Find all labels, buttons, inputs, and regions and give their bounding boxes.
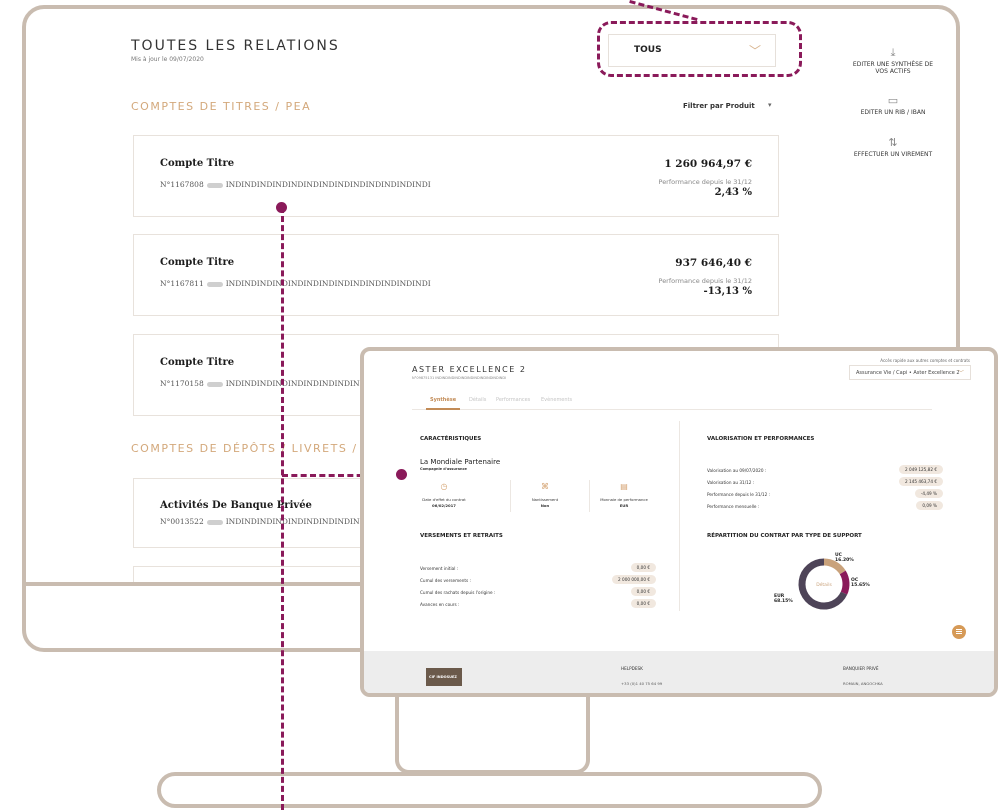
- relations-dropdown[interactable]: TOUS ﹀: [608, 34, 776, 67]
- chevron-down-icon: ﹀: [748, 44, 761, 58]
- connector-line: [281, 207, 284, 810]
- account-number: N°1167808 INDINDINDINDINDINDINDINDINDINDI…: [160, 180, 431, 189]
- account-number: N°1170158INDINDINDINDINDINDINDINDINDINDI…: [160, 379, 370, 388]
- valuation-row: Valorisation au 09/07/2020 :2 049 125,82…: [707, 465, 943, 474]
- connector-dot: [396, 469, 407, 480]
- column-divider: [679, 421, 680, 611]
- section-title-titres: COMPTES DE TITRES / PEA: [131, 100, 312, 113]
- document-icon: ▭: [887, 94, 899, 107]
- donut-label-oc: OC 15.65%: [851, 578, 870, 588]
- page-title: TOUTES LES RELATIONS: [131, 38, 340, 54]
- valuation-row: Valorisation au 31/12 :2 145 463,74 €: [707, 477, 943, 486]
- perf-value: -13,13 %: [703, 286, 752, 297]
- dropdown-value: TOUS: [634, 45, 662, 55]
- section-title-depots: COMPTES DE DÉPÔTS / LIVRETS /: [131, 442, 358, 455]
- account-number: N°0013522INDINDINDINDINDINDINDINDINDINDI…: [160, 517, 360, 526]
- contract-number: N°09875131 INDINDINDINDINDINDINDINDINDIN…: [412, 376, 507, 380]
- tab-performances[interactable]: Performances: [496, 397, 530, 403]
- monitor-stand: [395, 690, 590, 774]
- kpi-currency: ▤ Monnaie de performance EUR: [589, 482, 659, 508]
- section-title-repartition: RÉPARTITION DU CONTRAT PAR TYPE DE SUPPO…: [707, 533, 862, 539]
- action-label: EDITER UN RIB / IBAN: [860, 109, 926, 117]
- clock-icon: ◷: [440, 482, 448, 491]
- section-title-caracteristiques: CARACTÉRISTIQUES: [420, 436, 482, 442]
- transfer-action[interactable]: ⇅ EFFECTUER UN VIREMENT: [851, 136, 935, 158]
- banker-name: ROMAIN, ANGOCHKA: [843, 681, 883, 686]
- last-updated: Mis à jour le 09/07/2020: [131, 56, 204, 63]
- bill-icon: ▤: [620, 482, 628, 491]
- footer: CIF INDOSUEZ HELPDESK +33 (0)1 40 75 64 …: [364, 651, 994, 693]
- section-title-versements: VERSEMENTS ET RETRAITS: [420, 533, 503, 539]
- account-number: N°1167811 INDINDINDINDINDINDINDINDINDINDI…: [160, 279, 431, 288]
- contract-select[interactable]: Assurance Vie / Capi • Aster Excellence …: [849, 365, 971, 380]
- monitor-base: [157, 772, 822, 808]
- edit-synthesis-action[interactable]: ⤓ EDITER UNE SYNTHÈSE DE VOS ACTIFS: [851, 46, 935, 76]
- account-name: Compte Titre: [160, 357, 235, 368]
- edit-rib-action[interactable]: ▭ EDITER UN RIB / IBAN: [851, 94, 935, 116]
- tabs-divider: [412, 409, 932, 410]
- payment-row: Cumul des rachats depuis l'origine :0,00…: [420, 587, 656, 596]
- account-name: Compte Titre: [160, 257, 235, 268]
- contract-title: ASTER EXCELLENCE 2: [412, 365, 527, 374]
- donut-center-label: Détails: [816, 581, 832, 588]
- valuation-row: Performance mensuelle :0,09 %: [707, 501, 943, 510]
- account-amount: 937 646,40 €: [675, 257, 752, 269]
- section-title-valorisation: VALORISATION ET PERFORMANCES: [707, 436, 815, 442]
- perf-value: 2,43 %: [714, 187, 752, 198]
- brand-logo: CIF INDOSUEZ: [426, 668, 462, 686]
- tab-evenements[interactable]: Evènements: [541, 397, 572, 403]
- payment-row: Versement initial :0,00 €: [420, 563, 656, 572]
- action-label: EDITER UNE SYNTHÈSE DE VOS ACTIFS: [852, 61, 934, 76]
- account-card[interactable]: Compte Titre N°1167808 INDINDINDINDINDIND…: [133, 135, 779, 217]
- kpi-start-date: ◷ Date d'effet du contrat 06/02/2017: [409, 482, 479, 508]
- chevron-down-icon: ﹀: [957, 370, 964, 377]
- caret-down-icon[interactable]: ▾: [768, 101, 772, 109]
- filter-by-product[interactable]: Filtrer par Produit: [683, 102, 755, 110]
- account-amount: 1 260 964,97 €: [664, 158, 752, 170]
- helpdesk-title: HELPDESK: [621, 666, 643, 671]
- action-label: EFFECTUER UN VIREMENT: [853, 151, 933, 159]
- donut-label-eur: EUR 68.15%: [774, 594, 793, 604]
- insurer-name: La Mondiale Partenaire: [420, 458, 501, 466]
- perf-label: Performance depuis le 31/12: [658, 178, 753, 186]
- account-card[interactable]: Compte Titre N°1167811 INDINDINDINDINDIND…: [133, 234, 779, 316]
- payment-row: Avances en cours :0,00 €: [420, 599, 656, 608]
- helpdesk-phone[interactable]: +33 (0)1 40 75 64 99: [621, 681, 662, 686]
- contract-select-value: Assurance Vie / Capi • Aster Excellence …: [856, 370, 960, 376]
- account-name: Activités De Banque Privée: [160, 500, 312, 511]
- tab-details[interactable]: Détails: [469, 397, 486, 403]
- link-icon: ⌘: [541, 482, 549, 491]
- payment-row: Cumul des versements :2 000 000,00 €: [420, 575, 656, 584]
- allocation-donut-chart[interactable]: Détails: [796, 556, 852, 612]
- contract-detail-screen: ASTER EXCELLENCE 2 N°09875131 INDINDINDI…: [360, 347, 998, 697]
- insurer-type: Compagnie d'assurance: [420, 467, 467, 471]
- download-icon: ⤓: [890, 46, 896, 59]
- account-name: Compte Titre: [160, 158, 235, 169]
- kpi-pledge: ⌘ Nantissement Non: [510, 482, 580, 508]
- valuation-row: Performance depuis le 31/12 : -4,49 %: [707, 489, 943, 498]
- connector-dot: [276, 202, 287, 213]
- donut-segment-oc[interactable]: [839, 570, 850, 595]
- menu-fab-button[interactable]: [952, 625, 966, 639]
- perf-label: Performance depuis le 31/12: [658, 277, 753, 285]
- quick-access-label: Accès rapide aux autres comptes et contr…: [880, 358, 970, 363]
- active-tab-indicator: [426, 408, 460, 410]
- transfer-icon: ⇅: [888, 136, 898, 149]
- banker-title: BANQUIER PRIVÉ: [843, 666, 879, 671]
- donut-label-uc: UC 16.20%: [835, 553, 854, 563]
- tab-synthese[interactable]: Synthèse: [430, 397, 456, 403]
